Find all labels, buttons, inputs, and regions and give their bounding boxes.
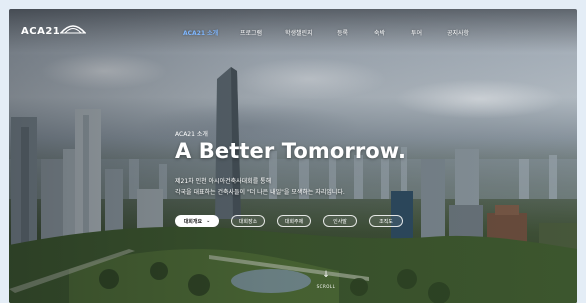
overview-button-label: 대회개요 [183, 218, 203, 225]
arch-bridge-icon[interactable] [59, 22, 87, 34]
logo-text[interactable]: ACA21 [21, 26, 60, 37]
greeting-button[interactable]: 인사말 [323, 215, 357, 227]
arrow-down-icon: ↓ [322, 270, 330, 280]
hero-headline: A Better Tomorrow. [175, 139, 407, 163]
nav-item-accommodation[interactable]: 숙박 [374, 28, 385, 37]
theme-button[interactable]: 대회주제 [277, 215, 311, 227]
scroll-label: SCROLL [316, 284, 336, 289]
nav-item-registration[interactable]: 등록 [337, 28, 348, 37]
hero-description-line2: 각국을 대표하는 건축사들이 "더 나은 내일"을 모색하는 자리입니다. [175, 189, 345, 196]
venue-button[interactable]: 대회장소 [231, 215, 265, 227]
nav-item-about[interactable]: ACA21 소개 [183, 28, 218, 37]
scroll-indicator[interactable]: ↓ SCROLL [311, 270, 341, 290]
hero-eyebrow: ACA21 소개 [175, 131, 208, 138]
organization-button[interactable]: 조직도 [369, 215, 403, 227]
hero-description-line1: 제21차 인천 아시아건축사대회를 통해 [175, 178, 272, 185]
site-header: ACA21 ACA21 소개 프로그램 학생챌린지 등록 숙박 투어 공지사항 [9, 9, 577, 49]
nav-item-tour[interactable]: 투어 [411, 28, 422, 37]
nav-item-notice[interactable]: 공지사항 [447, 28, 469, 37]
hero-section: ACA21 ACA21 소개 프로그램 학생챌린지 등록 숙박 투어 공지사항 … [9, 9, 577, 303]
nav-item-student-challenge[interactable]: 학생챌린지 [285, 28, 313, 37]
nav-item-program[interactable]: 프로그램 [240, 28, 262, 37]
overview-dropdown-button[interactable]: 대회개요 ⌄ [175, 215, 219, 227]
chevron-down-icon: ⌄ [206, 218, 211, 224]
